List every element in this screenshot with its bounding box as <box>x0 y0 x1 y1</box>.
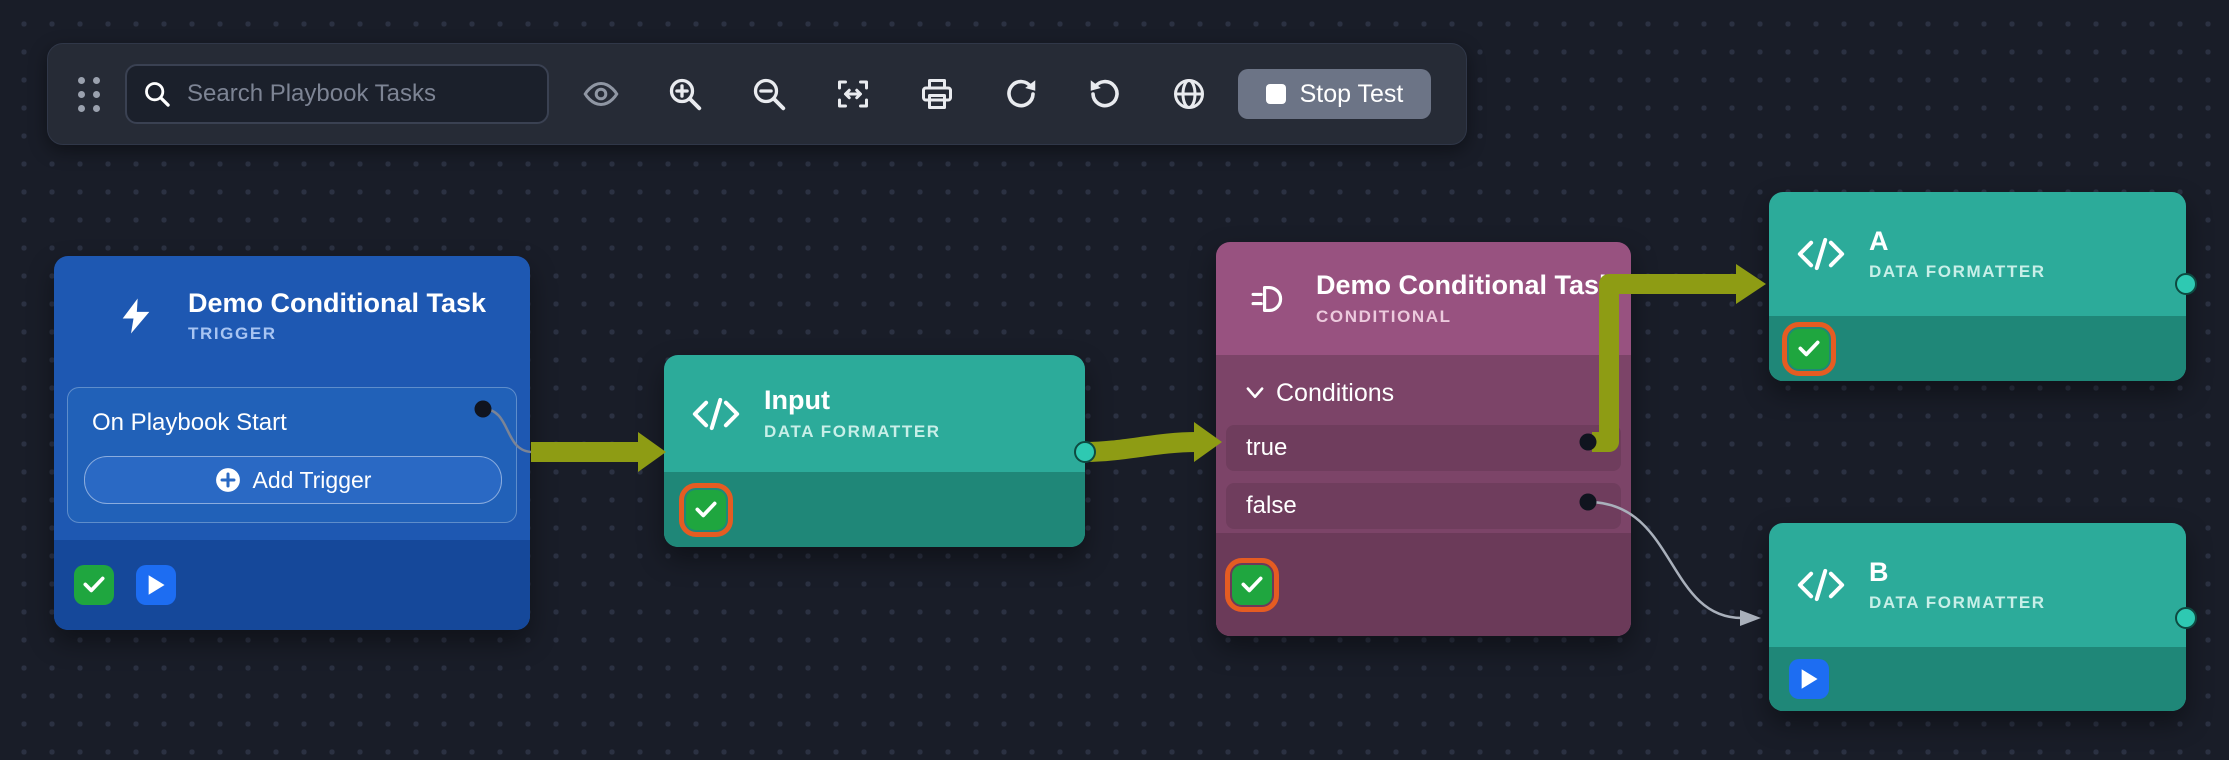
zoom-in-icon <box>667 76 703 112</box>
node-type-label: CONDITIONAL <box>1316 307 1614 327</box>
node-conditional[interactable]: Demo Conditional Task CONDITIONAL Condit… <box>1216 242 1631 636</box>
print-icon <box>919 76 955 112</box>
add-trigger-button[interactable]: Add Trigger <box>84 456 502 504</box>
node-title: Demo Conditional Task <box>1316 270 1614 301</box>
stop-test-button[interactable]: Stop Test <box>1238 69 1431 119</box>
wire-arrowhead <box>638 432 666 472</box>
zoom-in-button[interactable] <box>652 61 718 127</box>
chevron-down-icon <box>1246 387 1264 399</box>
eye-icon <box>583 76 619 112</box>
trigger-event-row[interactable]: On Playbook Start <box>84 402 500 444</box>
trigger-events-panel: On Playbook Start Add Trigger <box>67 387 517 523</box>
wire-input-to-conditional <box>1086 442 1196 452</box>
success-check-badge-highlighted[interactable] <box>686 490 726 530</box>
success-check-badge-highlighted[interactable] <box>1232 565 1272 605</box>
node-a-footer <box>1769 316 2186 381</box>
check-icon <box>1239 572 1265 598</box>
globe-icon <box>1171 76 1207 112</box>
play-icon <box>1799 668 1819 690</box>
drag-handle-icon[interactable] <box>78 77 101 112</box>
node-type-label: TRIGGER <box>188 324 486 344</box>
trigger-event-label: On Playbook Start <box>92 409 287 437</box>
run-play-badge[interactable] <box>136 565 176 605</box>
conditional-icon <box>1242 283 1294 315</box>
canvas-toolbar: Stop Test <box>47 43 1467 145</box>
conditions-panel: Conditions true false <box>1216 355 1631 533</box>
branch-false-label: false <box>1246 492 1297 520</box>
node-title: Input <box>764 385 941 416</box>
search-box[interactable] <box>125 64 549 124</box>
redo-button[interactable] <box>988 61 1054 127</box>
run-play-badge[interactable] <box>1789 659 1829 699</box>
branch-row-false[interactable]: false <box>1226 483 1621 529</box>
node-title: Demo Conditional Task <box>188 288 486 319</box>
plus-circle-icon <box>215 467 241 493</box>
branch-true-label: true <box>1246 434 1287 462</box>
eye-button[interactable] <box>568 61 634 127</box>
undo-icon <box>1087 76 1123 112</box>
globe-button[interactable] <box>1156 61 1222 127</box>
node-a[interactable]: A DATA FORMATTER <box>1769 192 2186 381</box>
node-type-label: DATA FORMATTER <box>1869 593 2046 613</box>
check-icon <box>693 497 719 523</box>
input-header: Input DATA FORMATTER <box>664 355 1085 472</box>
playbook-canvas[interactable]: Stop Test Demo Conditional Task TRIGGER … <box>0 0 2229 760</box>
code-icon <box>1795 568 1847 602</box>
node-trigger[interactable]: Demo Conditional Task TRIGGER On Playboo… <box>54 256 530 630</box>
redo-icon <box>1003 76 1039 112</box>
code-icon <box>690 397 742 431</box>
conditions-toggle[interactable]: Conditions <box>1216 373 1631 413</box>
fit-to-screen-icon <box>835 76 871 112</box>
node-b[interactable]: B DATA FORMATTER <box>1769 523 2186 711</box>
node-b-footer <box>1769 647 2186 711</box>
node-title: A <box>1869 226 2046 257</box>
node-type-label: DATA FORMATTER <box>1869 262 2046 282</box>
check-icon <box>1796 336 1822 362</box>
print-button[interactable] <box>904 61 970 127</box>
node-a-header: A DATA FORMATTER <box>1769 192 2186 316</box>
success-check-badge-highlighted[interactable] <box>1789 329 1829 369</box>
search-icon <box>143 80 171 108</box>
play-icon <box>146 574 166 596</box>
lightning-icon <box>110 296 162 336</box>
node-title: B <box>1869 557 2046 588</box>
search-input[interactable] <box>185 79 547 109</box>
conditional-header: Demo Conditional Task CONDITIONAL <box>1216 242 1631 355</box>
trigger-footer <box>54 540 530 630</box>
trigger-header: Demo Conditional Task TRIGGER <box>54 256 530 376</box>
zoom-out-button[interactable] <box>736 61 802 127</box>
conditions-label: Conditions <box>1276 379 1394 408</box>
node-input[interactable]: Input DATA FORMATTER <box>664 355 1085 547</box>
undo-button[interactable] <box>1072 61 1138 127</box>
add-trigger-label: Add Trigger <box>253 467 372 494</box>
wire-arrowhead-small <box>1740 610 1761 626</box>
code-icon <box>1795 237 1847 271</box>
stop-icon <box>1266 84 1286 104</box>
node-b-header: B DATA FORMATTER <box>1769 523 2186 647</box>
check-icon <box>81 572 107 598</box>
wire-arrowhead <box>1736 264 1766 304</box>
zoom-out-icon <box>751 76 787 112</box>
branch-row-true[interactable]: true <box>1226 425 1621 471</box>
conditional-footer <box>1216 533 1631 636</box>
success-check-badge[interactable] <box>74 565 114 605</box>
input-footer <box>664 472 1085 547</box>
node-type-label: DATA FORMATTER <box>764 422 941 442</box>
fit-to-screen-button[interactable] <box>820 61 886 127</box>
stop-test-label: Stop Test <box>1300 80 1404 109</box>
